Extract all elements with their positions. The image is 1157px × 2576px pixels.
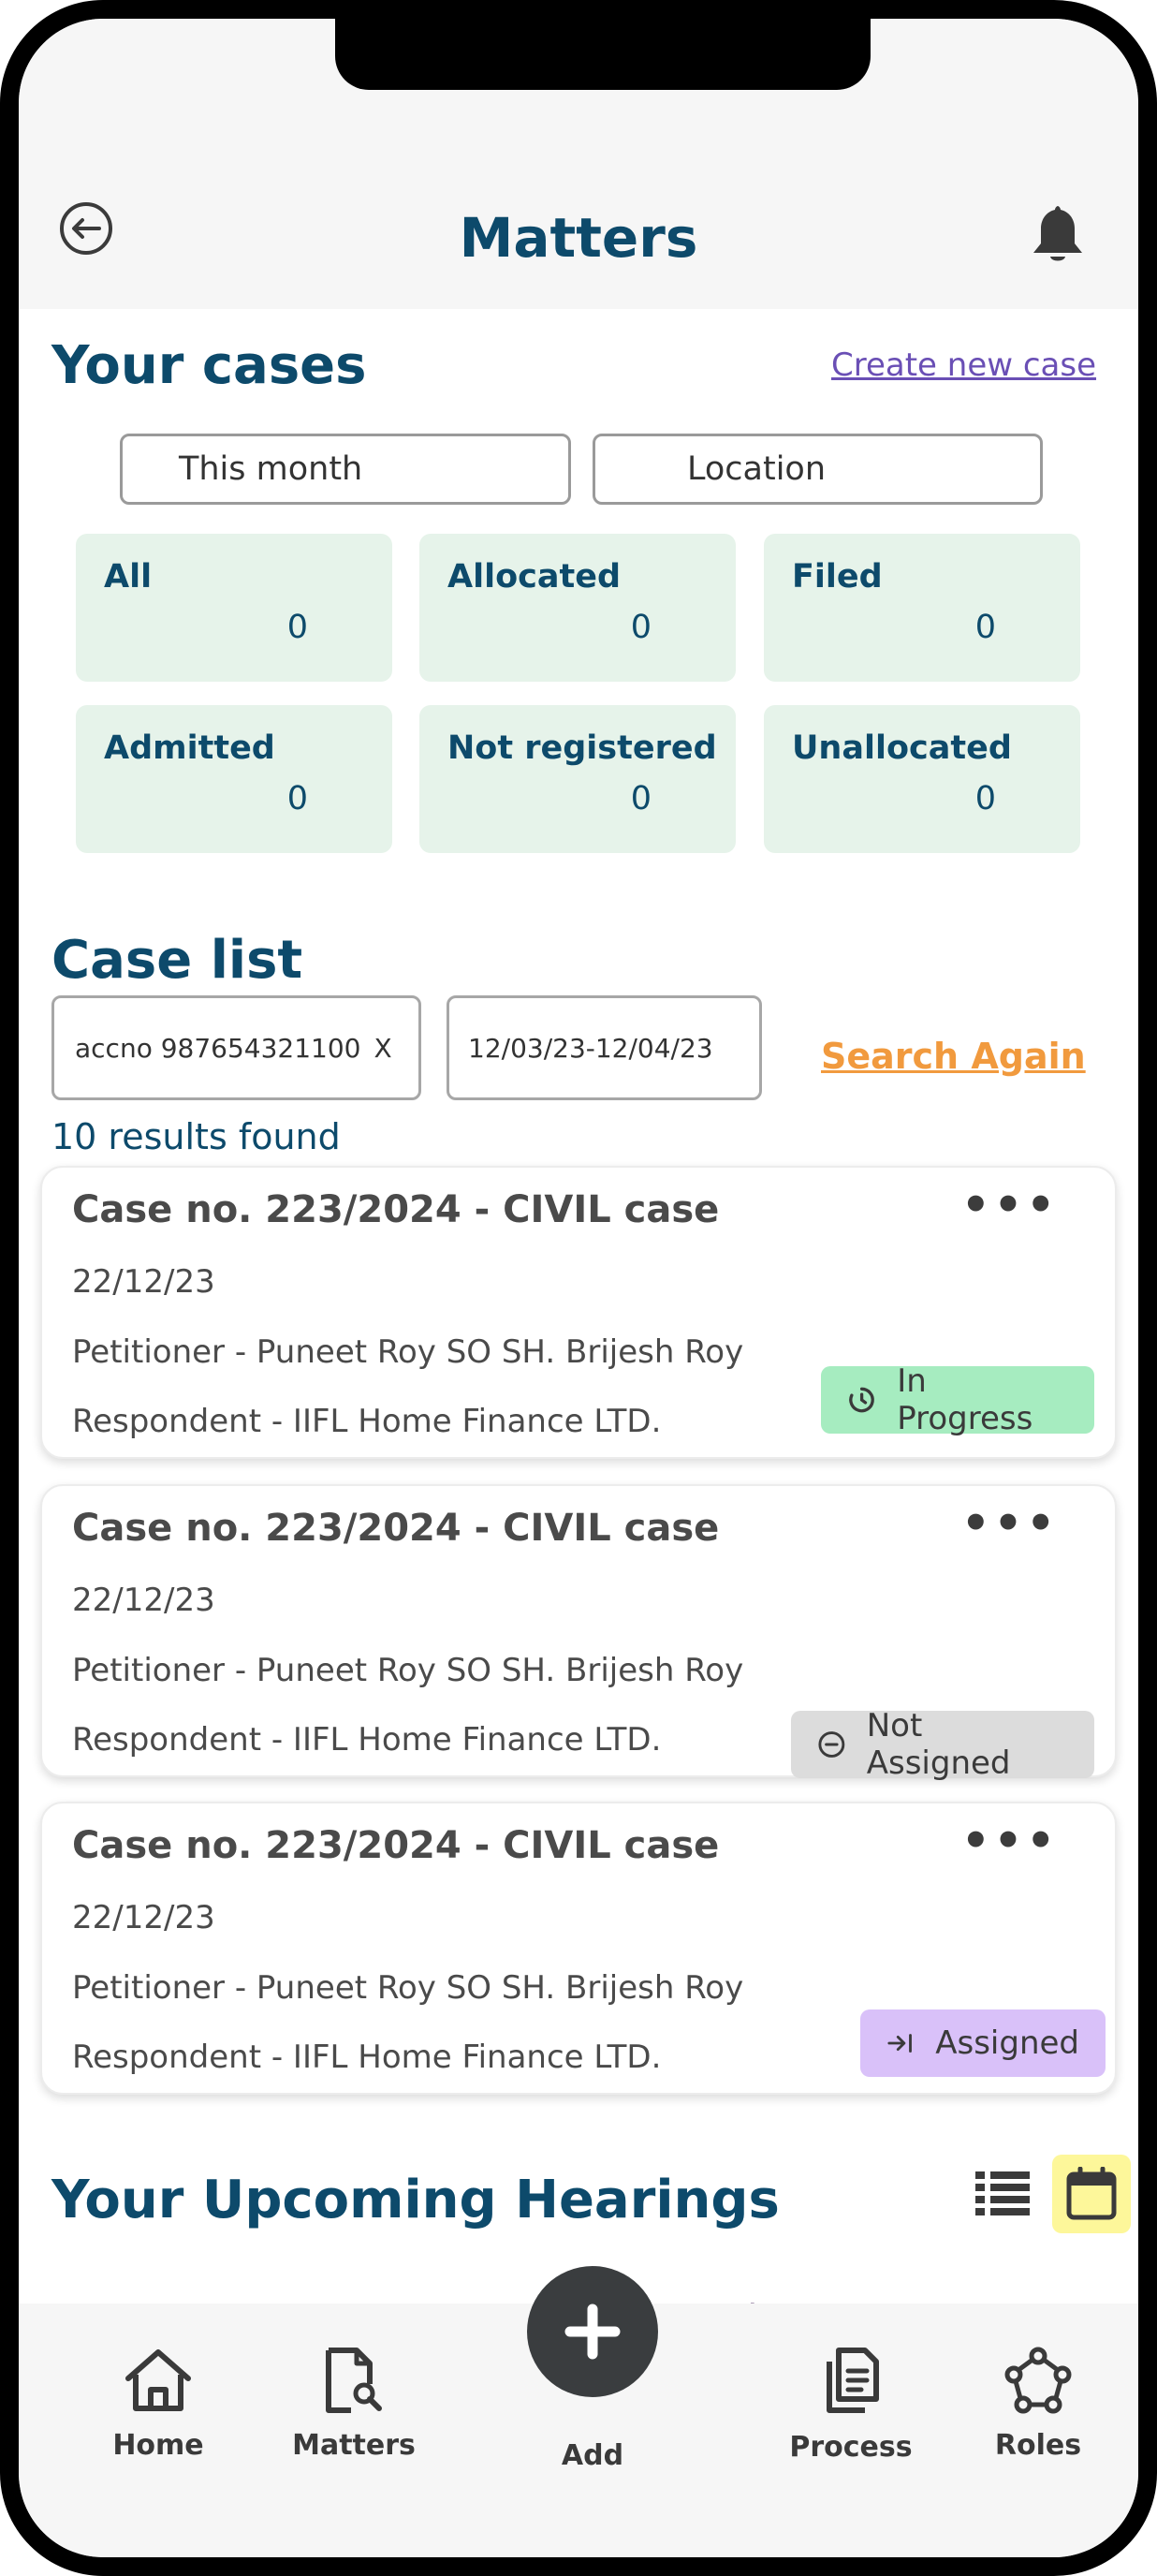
arrow-to-bar-icon — [887, 2034, 912, 2053]
minus-circle-icon — [818, 1731, 845, 1758]
search-query-text: accno 987654321100 — [75, 1032, 361, 1064]
tile-label: Filed — [792, 558, 883, 596]
upcoming-hearings-title: Your Upcoming Hearings — [51, 2170, 780, 2230]
case-date: 22/12/23 — [72, 1582, 215, 1619]
network-icon — [1004, 2347, 1072, 2414]
tile-filed[interactable]: Filed 0 — [764, 534, 1080, 682]
status-text: Not Assigned — [866, 1707, 1011, 1782]
clear-search-icon[interactable]: X — [374, 1033, 392, 1064]
tile-count: 0 — [974, 609, 996, 646]
case-card[interactable]: Case no. 223/2024 - CIVIL case ••• 22/12… — [40, 1802, 1117, 2095]
tile-count: 0 — [286, 780, 308, 817]
month-filter-button[interactable]: This month — [120, 434, 571, 505]
home-icon — [125, 2349, 191, 2411]
tile-label: Admitted — [104, 729, 275, 767]
list-view-icon[interactable] — [975, 2170, 1030, 2218]
page-title: Matters — [459, 206, 698, 270]
case-petitioner: Petitioner - Puneet Roy SO SH. Brijesh R… — [72, 1652, 744, 1689]
nav-home[interactable]: Home — [74, 2347, 242, 2462]
calendar-icon — [1066, 2167, 1117, 2220]
device-notch — [335, 19, 871, 90]
case-date: 22/12/23 — [72, 1899, 215, 1936]
bottom-nav: Home Matters Add Process Roles — [19, 2266, 1138, 2557]
case-respondent: Respondent - IIFL Home Finance LTD. — [72, 1721, 662, 1759]
case-petitioner: Petitioner - Puneet Roy SO SH. Brijesh R… — [72, 1333, 744, 1371]
date-range-field[interactable]: 12/03/23-12/04/23 — [447, 995, 762, 1100]
search-again-link[interactable]: Search Again — [821, 1036, 1086, 1077]
status-text: In Progress — [897, 1362, 1033, 1437]
document-search-icon — [326, 2348, 382, 2413]
location-filter-button[interactable]: Location — [593, 434, 1043, 505]
status-badge: Not Assigned — [791, 1707, 1094, 1782]
tile-label: Allocated — [447, 558, 622, 596]
tile-label: Not registered — [447, 729, 717, 767]
case-title: Case no. 223/2024 - CIVIL case — [72, 1824, 720, 1867]
nav-label: Matters — [292, 2429, 416, 2462]
your-cases-title: Your cases — [51, 335, 367, 396]
case-list-title: Case list — [51, 930, 303, 991]
tile-count: 0 — [286, 609, 308, 646]
status-badge: Assigned — [860, 2009, 1106, 2077]
case-respondent: Respondent - IIFL Home Finance LTD. — [72, 1403, 662, 1440]
tile-all[interactable]: All 0 — [76, 534, 392, 682]
nav-label: Roles — [994, 2429, 1082, 2462]
nav-label: Process — [789, 2431, 913, 2464]
more-options-icon[interactable]: ••• — [961, 1815, 1059, 1867]
tile-admitted[interactable]: Admitted 0 — [76, 705, 392, 853]
tile-count: 0 — [974, 780, 996, 817]
search-query-field[interactable]: accno 987654321100 X — [51, 995, 421, 1100]
case-respondent: Respondent - IIFL Home Finance LTD. — [72, 2039, 662, 2076]
status-badge: In Progress — [821, 1362, 1094, 1437]
case-title: Case no. 223/2024 - CIVIL case — [72, 1188, 720, 1231]
case-title: Case no. 223/2024 - CIVIL case — [72, 1507, 720, 1550]
case-petitioner: Petitioner - Puneet Roy SO SH. Brijesh R… — [72, 1969, 744, 2007]
status-text: Assigned — [935, 2024, 1079, 2062]
progress-icon — [849, 1387, 874, 1413]
nav-process[interactable]: Process — [767, 2347, 935, 2464]
more-options-icon[interactable]: ••• — [961, 1179, 1059, 1231]
nav-label-add: Add — [561, 2439, 624, 2472]
tile-not-registered[interactable]: Not registered 0 — [419, 705, 736, 853]
tile-allocated[interactable]: Allocated 0 — [419, 534, 736, 682]
nav-matters[interactable]: Matters — [270, 2347, 438, 2462]
tile-label: Unallocated — [792, 729, 1012, 767]
tile-label: All — [104, 558, 153, 596]
bell-icon[interactable] — [1030, 202, 1086, 266]
create-new-case-link[interactable]: Create new case — [831, 346, 1096, 384]
phone-frame: Matters Your cases Create new case This … — [0, 0, 1157, 2576]
tile-unallocated[interactable]: Unallocated 0 — [764, 705, 1080, 853]
add-button[interactable] — [527, 2266, 658, 2397]
calendar-view-button[interactable] — [1052, 2155, 1131, 2233]
nav-label: Home — [112, 2429, 204, 2462]
more-options-icon[interactable]: ••• — [961, 1497, 1059, 1550]
documents-icon — [827, 2348, 879, 2413]
case-card[interactable]: Case no. 223/2024 - CIVIL case ••• 22/12… — [40, 1484, 1117, 1782]
case-card[interactable]: Case no. 223/2024 - CIVIL case ••• 22/12… — [40, 1166, 1117, 1459]
tile-count: 0 — [630, 609, 652, 646]
tile-count: 0 — [630, 780, 652, 817]
plus-icon — [564, 2304, 621, 2360]
results-count: 10 results found — [51, 1116, 341, 1157]
nav-roles[interactable]: Roles — [954, 2347, 1122, 2462]
case-date: 22/12/23 — [72, 1263, 215, 1301]
